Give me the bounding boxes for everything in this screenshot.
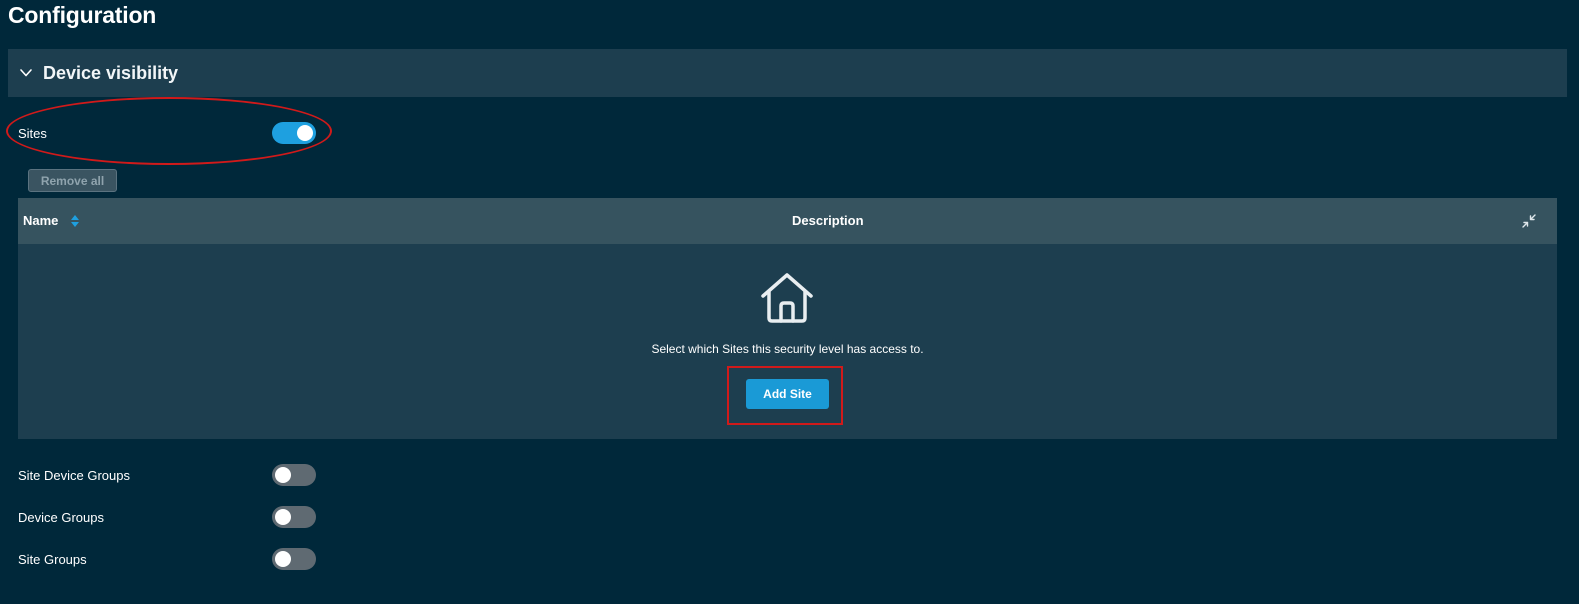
site-groups-label: Site Groups bbox=[18, 551, 87, 567]
sites-label: Sites bbox=[18, 125, 47, 141]
empty-state: Select which Sites this security level h… bbox=[18, 244, 1557, 439]
empty-state-message: Select which Sites this security level h… bbox=[651, 342, 924, 356]
table-header: Name Description bbox=[18, 198, 1557, 244]
site-device-groups-toggle[interactable] bbox=[272, 464, 316, 486]
section-title: Device visibility bbox=[43, 62, 179, 83]
site-device-groups-label: Site Device Groups bbox=[18, 467, 130, 483]
page-title: Configuration bbox=[8, 2, 157, 28]
toggle-knob bbox=[275, 509, 291, 525]
site-groups-toggle[interactable] bbox=[272, 548, 316, 570]
toggle-knob bbox=[275, 467, 291, 483]
device-groups-toggle[interactable] bbox=[272, 506, 316, 528]
chevron-down-icon[interactable] bbox=[18, 65, 34, 81]
sites-toggle-row: Sites bbox=[18, 120, 318, 146]
toggle-knob bbox=[297, 125, 313, 141]
device-groups-toggle-row: Device Groups bbox=[18, 504, 318, 530]
site-device-groups-toggle-row: Site Device Groups bbox=[18, 462, 318, 488]
toggle-knob bbox=[275, 551, 291, 567]
add-site-button[interactable]: Add Site bbox=[746, 379, 829, 409]
home-icon bbox=[759, 272, 815, 324]
collapse-icon[interactable] bbox=[1521, 213, 1537, 229]
sites-toggle[interactable] bbox=[272, 122, 316, 144]
remove-all-button[interactable]: Remove all bbox=[28, 169, 117, 192]
column-header-name[interactable]: Name bbox=[23, 213, 80, 228]
device-visibility-section-header[interactable]: Device visibility bbox=[8, 49, 1567, 97]
column-header-name-label: Name bbox=[23, 213, 59, 228]
sites-table: Name Description Select which Sites this… bbox=[18, 198, 1557, 439]
device-groups-label: Device Groups bbox=[18, 509, 104, 525]
sort-icon[interactable] bbox=[70, 214, 80, 228]
site-groups-toggle-row: Site Groups bbox=[18, 546, 318, 572]
column-header-description[interactable]: Description bbox=[792, 213, 864, 228]
